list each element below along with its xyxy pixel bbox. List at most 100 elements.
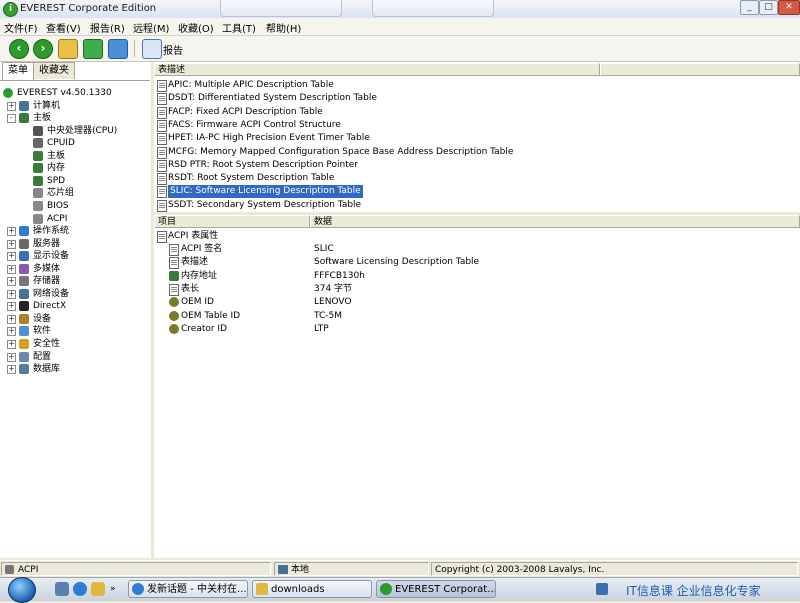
col-item-header[interactable]: 项目: [154, 215, 310, 228]
refresh-icon[interactable]: [83, 39, 103, 59]
tree-item-label: 芯片组: [47, 188, 75, 199]
details-row[interactable]: OEM ID LENOVO: [154, 296, 800, 309]
tree-item-label: 主板: [47, 150, 66, 161]
details-row[interactable]: Creator ID LTP: [154, 323, 800, 336]
users-icon[interactable]: [108, 39, 128, 59]
details-item: OEM Table ID: [181, 310, 241, 321]
forward-icon[interactable]: ›: [33, 39, 53, 59]
acpi-table-label: SLIC: Software Licensing Description Tab…: [168, 185, 363, 199]
left-pane: 菜单 收藏夹 EVEREST v4.50.1330 + 计算机 - 主板 中央处理器(CP…: [0, 62, 154, 558]
details-value: FFFCB130h: [314, 270, 365, 281]
watermark-text: IT信息课 企业信息化专家: [626, 584, 761, 598]
everest-app-icon[interactable]: i: [3, 2, 18, 17]
expand-icon[interactable]: +: [7, 277, 16, 287]
report-icon[interactable]: [142, 39, 162, 59]
acpi-table-row[interactable]: SLIC: Software Licensing Description Tab…: [154, 185, 594, 199]
expand-icon[interactable]: +: [7, 239, 16, 249]
tree-item-label: 存储器: [33, 276, 61, 287]
doc-icon: [169, 257, 179, 270]
acpi-table-row[interactable]: FACS: Firmware ACPI Control Structure: [154, 119, 594, 132]
acpi-table-row[interactable]: MCFG: Memory Mapped Configuration Space …: [154, 146, 594, 159]
right-pane: 表描述 APIC: Multiple APIC Description Tabl…: [154, 62, 800, 558]
tree-item-label: 主板: [33, 113, 52, 124]
database-icon: [19, 364, 29, 375]
doc-icon: [157, 133, 167, 146]
taskbar: » 发新话题 - 中关村在... downloads EVEREST Corpo…: [0, 577, 800, 603]
folder-icon[interactable]: [91, 582, 105, 596]
expand-icon[interactable]: +: [7, 314, 16, 324]
maximize-button[interactable]: □: [759, 0, 778, 15]
multimedia-icon: [19, 263, 29, 274]
report-button-label[interactable]: 报告: [163, 42, 183, 57]
taskbar-button[interactable]: 发新话题 - 中关村在...: [128, 580, 248, 598]
tree-item-label: SPD: [47, 175, 66, 186]
details-item: ACPI 签名: [181, 244, 223, 254]
acpi-table-label: SSDT: Secondary System Description Table: [168, 199, 362, 210]
computer-icon: [278, 565, 288, 574]
table-desc-header[interactable]: 表描述: [154, 63, 600, 76]
collapse-icon[interactable]: -: [7, 114, 16, 124]
expand-icon[interactable]: +: [7, 352, 16, 362]
doc-icon: [157, 93, 167, 106]
gear-icon: [169, 323, 179, 334]
menu-remote[interactable]: 远程(M): [133, 20, 169, 35]
details-row[interactable]: 内存地址 FFFCB130h: [154, 270, 800, 283]
start-button[interactable]: [8, 577, 36, 603]
expand-icon[interactable]: +: [7, 340, 16, 349]
details-value: LTP: [314, 323, 329, 334]
toolbar: ‹ › 报告: [0, 36, 800, 62]
gear-icon: [169, 310, 179, 321]
everest-icon: [380, 583, 392, 595]
taskbar-button[interactable]: downloads: [252, 580, 372, 598]
details-row[interactable]: OEM Table ID TC-5M: [154, 310, 800, 323]
chipset-icon: [33, 188, 43, 199]
menu-help[interactable]: 帮助(H): [266, 20, 301, 35]
show-desktop-icon[interactable]: [55, 582, 69, 596]
expand-icon[interactable]: +: [7, 327, 16, 337]
tree-item-label: CPUID: [47, 138, 75, 149]
col-data-header[interactable]: 数据: [310, 215, 800, 228]
ie-icon[interactable]: [73, 582, 87, 596]
expand-icon[interactable]: +: [7, 252, 16, 262]
acpi-table-row[interactable]: HPET: IA-PC High Precision Event Timer T…: [154, 132, 594, 146]
tab-favorites[interactable]: 收藏夹: [33, 62, 75, 79]
details-row[interactable]: 表描述 Software Licensing Description Table: [154, 256, 800, 270]
tree-item-label: 软件: [33, 326, 52, 337]
acpi-table-list: APIC: Multiple APIC Description Table DSD…: [154, 78, 800, 212]
acpi-table-row[interactable]: FACP: Fixed ACPI Description Table: [154, 106, 594, 119]
minimize-button[interactable]: _: [740, 0, 759, 15]
expand-icon[interactable]: +: [7, 227, 16, 237]
expand-icon[interactable]: +: [7, 289, 16, 299]
details-row[interactable]: ACPI 签名 SLIC: [154, 243, 800, 256]
expand-icon[interactable]: +: [7, 101, 16, 111]
acpi-table-row[interactable]: DSDT: Differentiated System Description …: [154, 92, 594, 106]
taskbar-button-active[interactable]: EVEREST Corporat...: [376, 580, 496, 598]
quicklaunch-expand-icon[interactable]: »: [110, 584, 116, 594]
menu-file[interactable]: 文件(F): [4, 20, 38, 35]
expand-icon[interactable]: +: [7, 264, 16, 274]
acpi-table-row[interactable]: RSD PTR: Root System Description Pointer: [154, 159, 594, 172]
acpi-table-row[interactable]: APIC: Multiple APIC Description Table: [154, 79, 594, 92]
menu-tools[interactable]: 工具(T): [222, 20, 256, 35]
doc-icon: [157, 159, 167, 172]
acpi-table-row[interactable]: RSDT: Root System Description Table: [154, 172, 594, 186]
acpi-table-label: HPET: IA-PC High Precision Event Timer T…: [168, 133, 370, 144]
acpi-table-label: APIC: Multiple APIC Description Table: [168, 80, 334, 90]
expand-icon[interactable]: +: [7, 365, 16, 375]
back-icon[interactable]: ‹: [9, 39, 29, 59]
status-bar: ACPI 本地 Copyright (c) 2003-2008 Lavalys,…: [0, 560, 800, 578]
acpi-table-row[interactable]: SSDT: Secondary System Description Table: [154, 199, 594, 212]
details-table: ACPI 表属性 ACPI 签名 SLIC 表描述 Software Licensing…: [154, 230, 800, 550]
menu-favorites[interactable]: 收藏(O): [178, 20, 214, 35]
toolbar-separator: [134, 40, 135, 57]
doc-icon: [157, 231, 167, 243]
expand-icon[interactable]: +: [7, 302, 16, 312]
details-value: LENOVO: [314, 297, 352, 308]
network-tray-icon[interactable]: [596, 583, 608, 595]
details-row[interactable]: 表长 374 字节: [154, 283, 800, 296]
tab-menu[interactable]: 菜单: [2, 62, 34, 80]
menu-report[interactable]: 报告(R): [90, 20, 125, 35]
up-folder-icon[interactable]: [58, 39, 78, 59]
close-button[interactable]: ✕: [778, 0, 800, 15]
menu-view[interactable]: 查看(V): [46, 20, 81, 35]
